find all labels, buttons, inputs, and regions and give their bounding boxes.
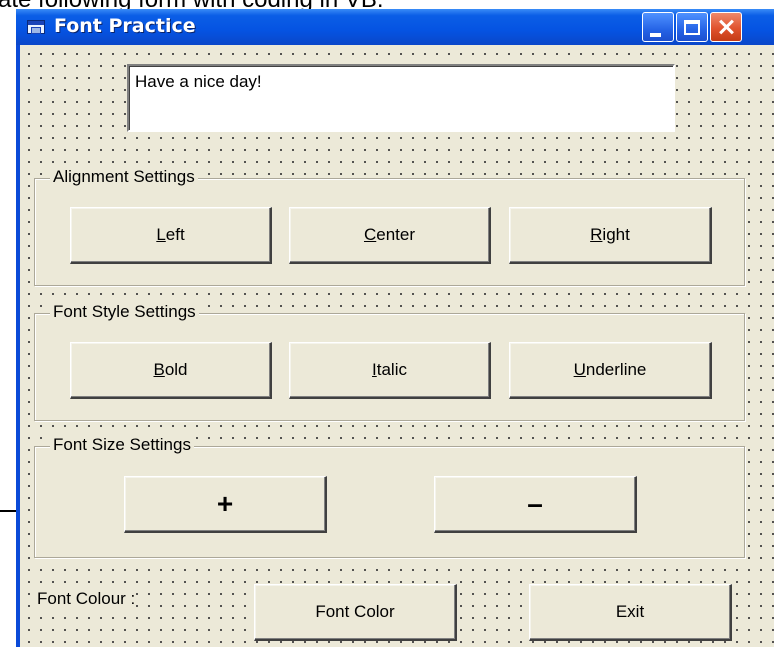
- sample-text-input[interactable]: Have a nice day!: [127, 64, 675, 132]
- form-icon[interactable]: [27, 20, 45, 34]
- font-size-settings-frame: Font Size Settings + –: [34, 435, 745, 558]
- alignment-settings-frame: Alignment Settings Left Center Right: [34, 167, 745, 286]
- font-color-button[interactable]: Font Color: [254, 584, 457, 641]
- maximize-icon: [684, 20, 700, 35]
- document-rule: [0, 510, 16, 512]
- font-colour-label: Font Colour :: [36, 589, 137, 609]
- close-icon: [711, 13, 741, 41]
- exit-button[interactable]: Exit: [529, 584, 732, 641]
- left-align-label: Left: [156, 225, 185, 244]
- center-align-label: Center: [363, 225, 416, 244]
- underline-label: Underline: [573, 360, 647, 379]
- font-practice-window: Font Practice Have a nice day! Alignment…: [16, 9, 774, 647]
- left-align-button[interactable]: Left: [70, 207, 272, 264]
- increase-size-button[interactable]: +: [124, 476, 327, 533]
- maximize-button[interactable]: [676, 12, 708, 42]
- minimize-button[interactable]: [642, 12, 674, 42]
- form-client-area: Have a nice day! Alignment Settings Left…: [20, 45, 774, 647]
- font-style-settings-label: Font Style Settings: [50, 302, 199, 322]
- right-align-button[interactable]: Right: [509, 207, 712, 264]
- font-size-settings-label: Font Size Settings: [50, 435, 194, 455]
- window-title: Font Practice: [54, 15, 196, 37]
- bold-label: Bold: [153, 360, 188, 379]
- close-button[interactable]: [710, 12, 742, 42]
- italic-label: Italic: [372, 360, 407, 379]
- font-style-settings-frame: Font Style Settings Bold Italic Underlin…: [34, 302, 745, 421]
- minimize-icon: [650, 33, 661, 37]
- center-align-button[interactable]: Center: [289, 207, 491, 264]
- title-bar[interactable]: Font Practice: [16, 9, 774, 45]
- bold-button[interactable]: Bold: [70, 342, 272, 399]
- underline-button[interactable]: Underline: [509, 342, 712, 399]
- alignment-settings-label: Alignment Settings: [50, 167, 198, 187]
- decrease-size-button[interactable]: –: [434, 476, 637, 533]
- right-align-label: Right: [590, 225, 630, 244]
- italic-button[interactable]: Italic: [289, 342, 491, 399]
